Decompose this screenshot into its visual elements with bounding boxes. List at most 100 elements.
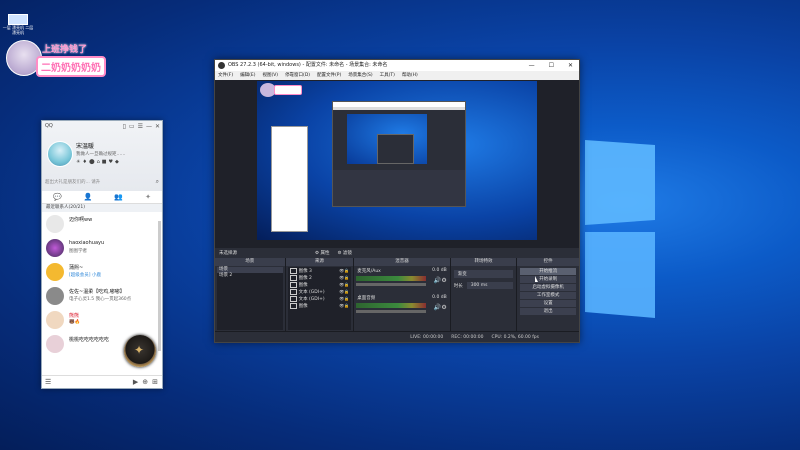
qq-contact-list: 迈你啊ww haoxiaohuayu 图图学者 蒲熙~ [超级会员] 小鹿 佐佐… <box>42 212 162 356</box>
obs-menubar: 文件(F) 编辑(E) 视图(V) 停靠窗口(D) 配置文件(P) 场景集合(S… <box>215 71 579 80</box>
eye-lock-icon[interactable]: 👁🔒 <box>339 268 349 273</box>
start-streaming-button[interactable]: 开始推流 <box>520 268 576 275</box>
tab-space-icon[interactable]: ✦ <box>145 193 151 201</box>
video-icon[interactable]: ▶ <box>133 378 138 386</box>
qq-user-avatar[interactable] <box>47 141 73 167</box>
qq-minimize-icon[interactable]: — <box>146 123 152 130</box>
studio-mode-button[interactable]: 工作室模式 <box>520 292 576 299</box>
qq-window-controls: ▯ ▭ ☰ — ✕ <box>123 123 160 130</box>
qq-scrollbar[interactable] <box>158 221 161 351</box>
list-item[interactable]: 熊熊 🐻🔥 <box>42 308 162 332</box>
source-item[interactable]: 文本 (GDI+) 👁🔒 <box>288 295 352 302</box>
heart-icon[interactable]: ♥ <box>109 159 113 165</box>
source-item[interactable]: 图像 2 👁🔒 <box>288 274 352 281</box>
close-icon[interactable]: ✕ <box>568 60 573 71</box>
desktop-shortcut-icon[interactable]: 一层 漂亮机 二层 漂亮机 <box>2 14 34 38</box>
qq-signature[interactable]: 我做人一旦确过规矩…… <box>76 151 126 157</box>
transition-type-select[interactable]: 渐变 <box>453 270 514 278</box>
gem-icon[interactable]: ◆ <box>115 159 119 165</box>
list-item[interactable]: 迈你啊ww <box>42 212 162 236</box>
image-icon <box>289 302 297 309</box>
sun-icon[interactable]: ☀ <box>76 159 80 165</box>
no-source-label: 未选择源 <box>219 251 237 256</box>
mouse-cursor-icon <box>535 276 538 282</box>
qq-control-icon[interactable]: ▭ <box>129 123 135 130</box>
tab-groups-icon[interactable]: 👥 <box>114 193 123 201</box>
qq-nickname[interactable]: 宋温暖 <box>76 141 94 150</box>
tab-messages-icon[interactable]: 💬 <box>53 193 62 201</box>
obs-window[interactable]: OBS 27.2.3 (64-bit, windows) - 配置文件: 未命名… <box>214 59 580 343</box>
speaker-gear-icon[interactable]: 🔊⚙ <box>434 304 447 311</box>
list-item[interactable]: haoxiaohuayu 图图学者 <box>42 236 162 260</box>
eye-lock-icon[interactable]: 👁🔒 <box>339 303 349 308</box>
recent-contacts-header[interactable]: 最近联系人(20/21) <box>42 204 162 212</box>
qq-profile-header: QQ ▯ ▭ ☰ — ✕ 宋温暖 我做人一旦确过规矩…… ☀ ♦ ⬤ ⌂ ■ ♥… <box>42 121 162 191</box>
qq-close-icon[interactable]: ✕ <box>155 123 160 130</box>
menu-docks[interactable]: 停靠窗口(D) <box>285 71 310 80</box>
contact-status: 电子心灵1.5 我心一贯起360点 <box>69 297 132 302</box>
source-item[interactable]: 图像 👁🔒 <box>288 281 352 288</box>
virtual-camera-button[interactable]: 启动虚拟摄像机 <box>520 284 576 291</box>
obs-preview-area[interactable]: 未选择源 ⚙ 属性 ⚙ 滤镜 <box>215 80 579 258</box>
obs-titlebar[interactable]: OBS 27.2.3 (64-bit, windows) - 配置文件: 未命名… <box>215 60 579 71</box>
image-icon <box>289 281 297 288</box>
menu-scene-collection[interactable]: 场景集合(S) <box>348 71 372 80</box>
preview-canvas[interactable] <box>257 81 537 240</box>
maximize-icon[interactable]: ☐ <box>549 60 554 71</box>
menu-profile[interactable]: 配置文件(P) <box>317 71 341 80</box>
menu-tools[interactable]: 工具(T) <box>380 71 395 80</box>
start-recording-button[interactable]: 开始录制 <box>520 276 576 283</box>
qq-menu-icon[interactable]: ☰ <box>138 123 143 130</box>
eye-lock-icon[interactable]: 👁🔒 <box>339 275 349 280</box>
rec-status: REC: 00:00:00 <box>451 334 484 340</box>
menu-view[interactable]: 视图(V) <box>262 71 278 80</box>
source-item[interactable]: 图像 👁🔒 <box>288 302 352 309</box>
channel-name: 桌面音频 <box>357 296 376 301</box>
menu-file[interactable]: 文件(F) <box>218 71 233 80</box>
properties-button[interactable]: ⚙ 属性 <box>315 250 329 256</box>
filters-button[interactable]: ⚙ 滤镜 <box>337 250 351 256</box>
preview-obs-window <box>332 101 466 207</box>
text-icon <box>289 288 297 295</box>
mixer-channel: 麦克风/Aux 0.0 dB 🔊⚙ <box>354 267 449 294</box>
scenes-dock: 场景 场景 场景 2 + — ∧ ∨ <box>215 258 286 342</box>
add-icon[interactable]: ⊕ <box>142 378 148 386</box>
image-icon <box>289 274 297 281</box>
menu-help[interactable]: 帮助(H) <box>402 71 418 80</box>
home-icon[interactable]: ⌂ <box>97 159 100 165</box>
mixer-channel: 桌面音频 0.0 dB 🔊⚙ <box>354 294 449 321</box>
settings-button[interactable]: 设置 <box>520 300 576 307</box>
tab-contacts-icon[interactable]: 👤 <box>84 193 93 201</box>
minimize-icon[interactable]: — <box>529 60 535 71</box>
list-item[interactable]: 佐佐~温柔【吃鸡,嘟嘟】 电子心灵1.5 我心一贯起360点 <box>42 284 162 308</box>
transitions-dock: 转场特效 渐变 时长 300 ms <box>450 258 518 342</box>
speaker-gear-icon[interactable]: 🔊⚙ <box>434 277 447 284</box>
eye-lock-icon[interactable]: 👁🔒 <box>339 296 349 301</box>
duration-input[interactable]: 300 ms <box>466 282 514 289</box>
source-item[interactable]: 图像 3 👁🔒 <box>288 267 352 274</box>
search-icon[interactable]: ⌕ <box>156 178 159 186</box>
apps-icon[interactable]: ⊞ <box>152 378 158 386</box>
volume-slider[interactable] <box>356 283 427 286</box>
dot-icon[interactable]: ⬤ <box>89 159 95 165</box>
square-icon[interactable]: ■ <box>102 159 107 165</box>
eye-lock-icon[interactable]: 👁🔒 <box>339 282 349 287</box>
diamond-icon[interactable]: ♦ <box>82 159 86 165</box>
menu-edit[interactable]: 编辑(E) <box>240 71 255 80</box>
obs-statusbar: LIVE: 00:00:00 REC: 00:00:00 CPU: 0.2%, … <box>215 331 579 342</box>
scene-item[interactable]: 场景 2 <box>217 273 283 279</box>
eye-lock-icon[interactable]: 👁🔒 <box>339 289 349 294</box>
qq-search-bar[interactable]: 超出大礼是朋友们的... 请升 ⌕ <box>45 178 159 186</box>
source-item[interactable]: 文本 (GDI+) 👁🔒 <box>288 288 352 295</box>
mixer-dock-title: 混音器 <box>354 258 450 266</box>
contact-status: 图图学者 <box>69 249 87 254</box>
volume-slider[interactable] <box>356 310 427 313</box>
channel-db: 0.0 dB <box>432 295 447 300</box>
qq-main-menu-icon[interactable]: ☰ <box>45 378 51 386</box>
contact-name: haoxiaohuayu <box>69 240 105 246</box>
list-item[interactable]: 蒲熙~ [超级会员] 小鹿 <box>42 260 162 284</box>
controls-dock-title: 控件 <box>517 258 579 266</box>
mixer-dock: 混音器 麦克风/Aux 0.0 dB 🔊⚙ 桌面音频 0.0 dB 🔊⚙ <box>354 258 451 342</box>
exit-button[interactable]: 退出 <box>520 308 576 315</box>
qq-control-icon[interactable]: ▯ <box>123 123 126 130</box>
